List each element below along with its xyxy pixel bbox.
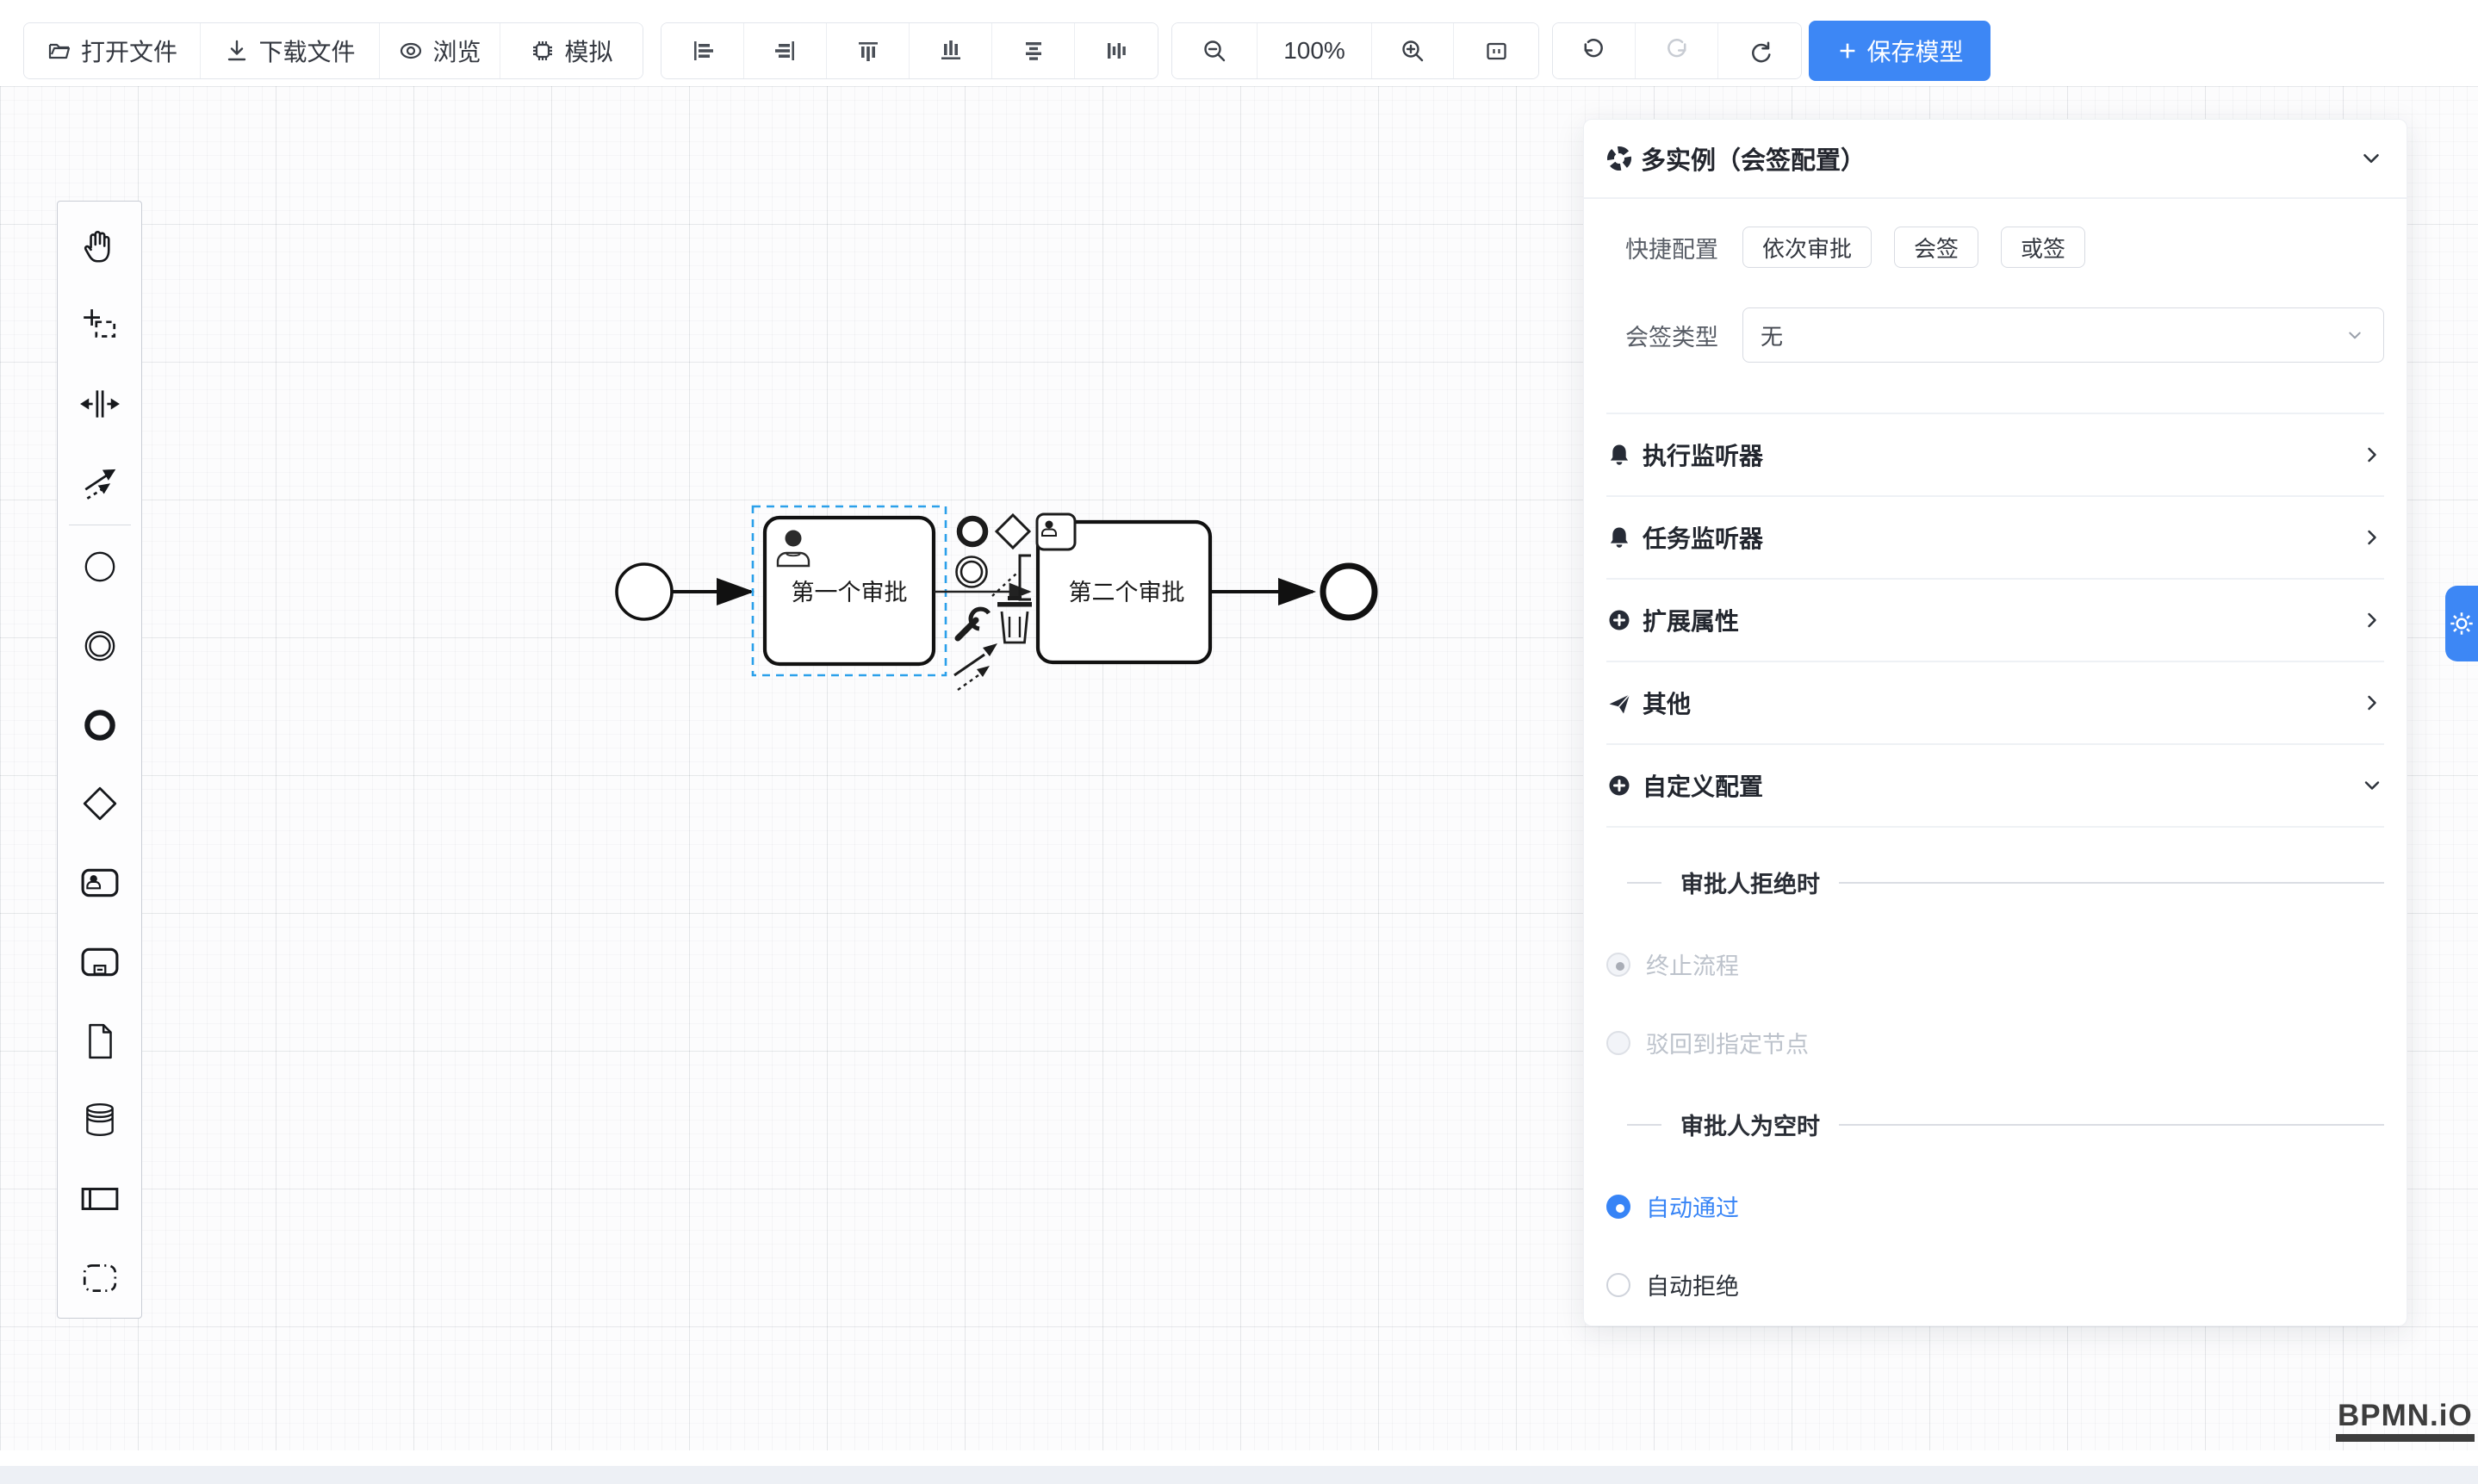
- chevron-down-icon: [2344, 324, 2366, 346]
- sign-type-value: 无: [1761, 320, 2344, 351]
- append-user-task-icon[interactable]: [1037, 514, 1075, 550]
- chevron-down-icon[interactable]: [2358, 146, 2384, 171]
- connect-tool-icon[interactable]: [954, 643, 997, 690]
- end-event[interactable]: [1323, 566, 1375, 618]
- append-gateway-icon[interactable]: [997, 515, 1029, 548]
- divider-dash: [1627, 882, 1661, 884]
- chevron-right-icon: [2360, 443, 2384, 467]
- bpmn-io-logo[interactable]: BPMN.iO: [2336, 1399, 2475, 1442]
- panel-header[interactable]: 多实例（会签配置）: [1584, 120, 2407, 199]
- task-first-approval[interactable]: 第一个审批: [765, 518, 934, 664]
- quick-option-countersign[interactable]: 会签: [1894, 227, 1978, 268]
- quick-config-row: 快捷配置 依次审批 会签 或签: [1606, 227, 2384, 268]
- chevron-right-icon: [2360, 525, 2384, 550]
- divider-line: [1839, 1124, 2384, 1126]
- section-extended-properties[interactable]: 扩展属性: [1606, 580, 2384, 662]
- radio-circle: [1606, 953, 1630, 977]
- wrench-icon[interactable]: [958, 609, 989, 638]
- panel-sections: 执行监听器 任务监听器 扩展属性: [1606, 413, 2384, 828]
- section-task-listener[interactable]: 任务监听器: [1606, 497, 2384, 580]
- radio-circle: [1606, 1273, 1630, 1297]
- panel-title: 多实例（会签配置）: [1641, 140, 2358, 177]
- section-custom-config[interactable]: 自定义配置: [1606, 745, 2384, 828]
- start-event[interactable]: [617, 564, 672, 619]
- settings-tab[interactable]: [2445, 586, 2478, 661]
- quick-option-sequential[interactable]: 依次审批: [1742, 227, 1872, 268]
- section-execution-listener[interactable]: 执行监听器: [1606, 414, 2384, 497]
- sign-type-select[interactable]: 无: [1742, 307, 2384, 363]
- plus-circle-icon: [1606, 773, 1632, 798]
- task2-label: 第二个审批: [1069, 580, 1185, 605]
- trash-icon[interactable]: [997, 596, 1032, 643]
- bell-icon: [1606, 525, 1632, 550]
- task1-label: 第一个审批: [792, 580, 908, 605]
- quick-option-orsign[interactable]: 或签: [2001, 227, 2085, 268]
- sign-type-row: 会签类型 无: [1606, 307, 2384, 363]
- divider-dash: [1627, 1124, 1661, 1126]
- properties-panel: 多实例（会签配置） 快捷配置 依次审批 会签 或签 会签类型 无: [1583, 119, 2407, 1326]
- chevron-right-icon: [2360, 691, 2384, 715]
- section-other[interactable]: 其他: [1606, 662, 2384, 745]
- text-annotation-icon[interactable]: [1020, 556, 1031, 599]
- empty-group-title: 审批人为空时: [1606, 1108, 2384, 1141]
- plus-circle-icon: [1606, 607, 1632, 633]
- radio-auto-pass[interactable]: 自动通过: [1606, 1189, 2384, 1223]
- radio-auto-reject[interactable]: 自动拒绝: [1606, 1268, 2384, 1301]
- quick-config-label: 快捷配置: [1606, 231, 1718, 264]
- radio-return-to-node: 驳回到指定节点: [1606, 1026, 2384, 1059]
- bell-icon: [1606, 442, 1632, 468]
- append-end-event-icon[interactable]: [960, 518, 985, 544]
- sign-type-label: 会签类型: [1606, 319, 1718, 352]
- append-intermediate-event-icon[interactable]: [957, 557, 987, 587]
- multi-instance-icon: [1606, 146, 1632, 171]
- radio-circle: [1606, 1031, 1630, 1055]
- divider-line: [1839, 882, 2384, 884]
- gear-icon: [2447, 609, 2476, 638]
- radio-terminate-process: 终止流程: [1606, 947, 2384, 981]
- chevron-down-icon: [2360, 773, 2384, 798]
- send-icon: [1606, 690, 1632, 716]
- reject-group-title: 审批人拒绝时: [1606, 866, 2384, 899]
- radio-circle: [1606, 1195, 1630, 1219]
- chevron-right-icon: [2360, 608, 2384, 632]
